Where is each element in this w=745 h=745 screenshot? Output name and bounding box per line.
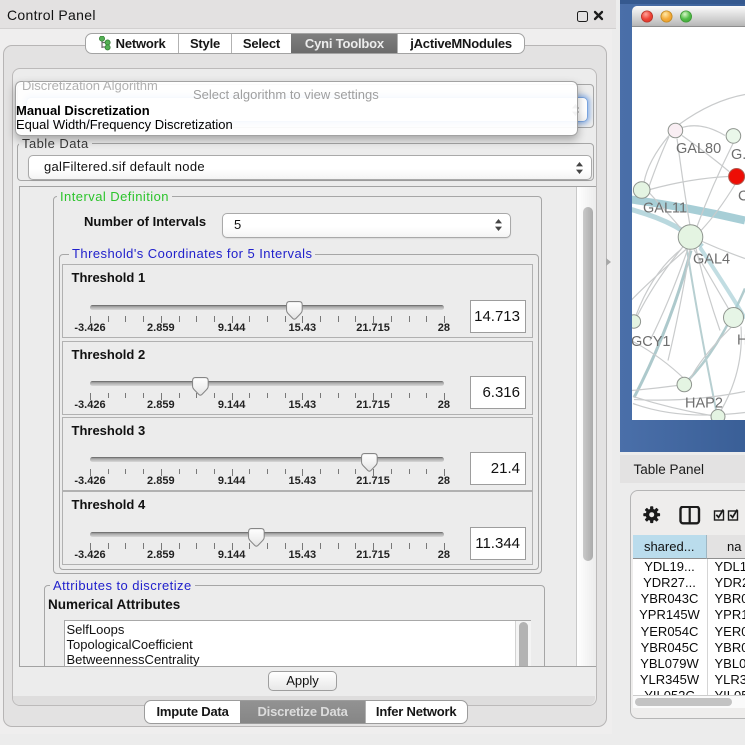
svg-text:GAL11: GAL11: [643, 200, 687, 216]
svg-text:G.: G.: [731, 147, 745, 163]
svg-text:C: C: [738, 188, 745, 204]
svg-text:GAL80: GAL80: [676, 141, 721, 157]
svg-text:H: H: [737, 332, 745, 348]
svg-text:GAL4: GAL4: [693, 251, 730, 267]
svg-text:HAP2: HAP2: [685, 395, 723, 411]
svg-text:GCY1: GCY1: [632, 334, 671, 350]
